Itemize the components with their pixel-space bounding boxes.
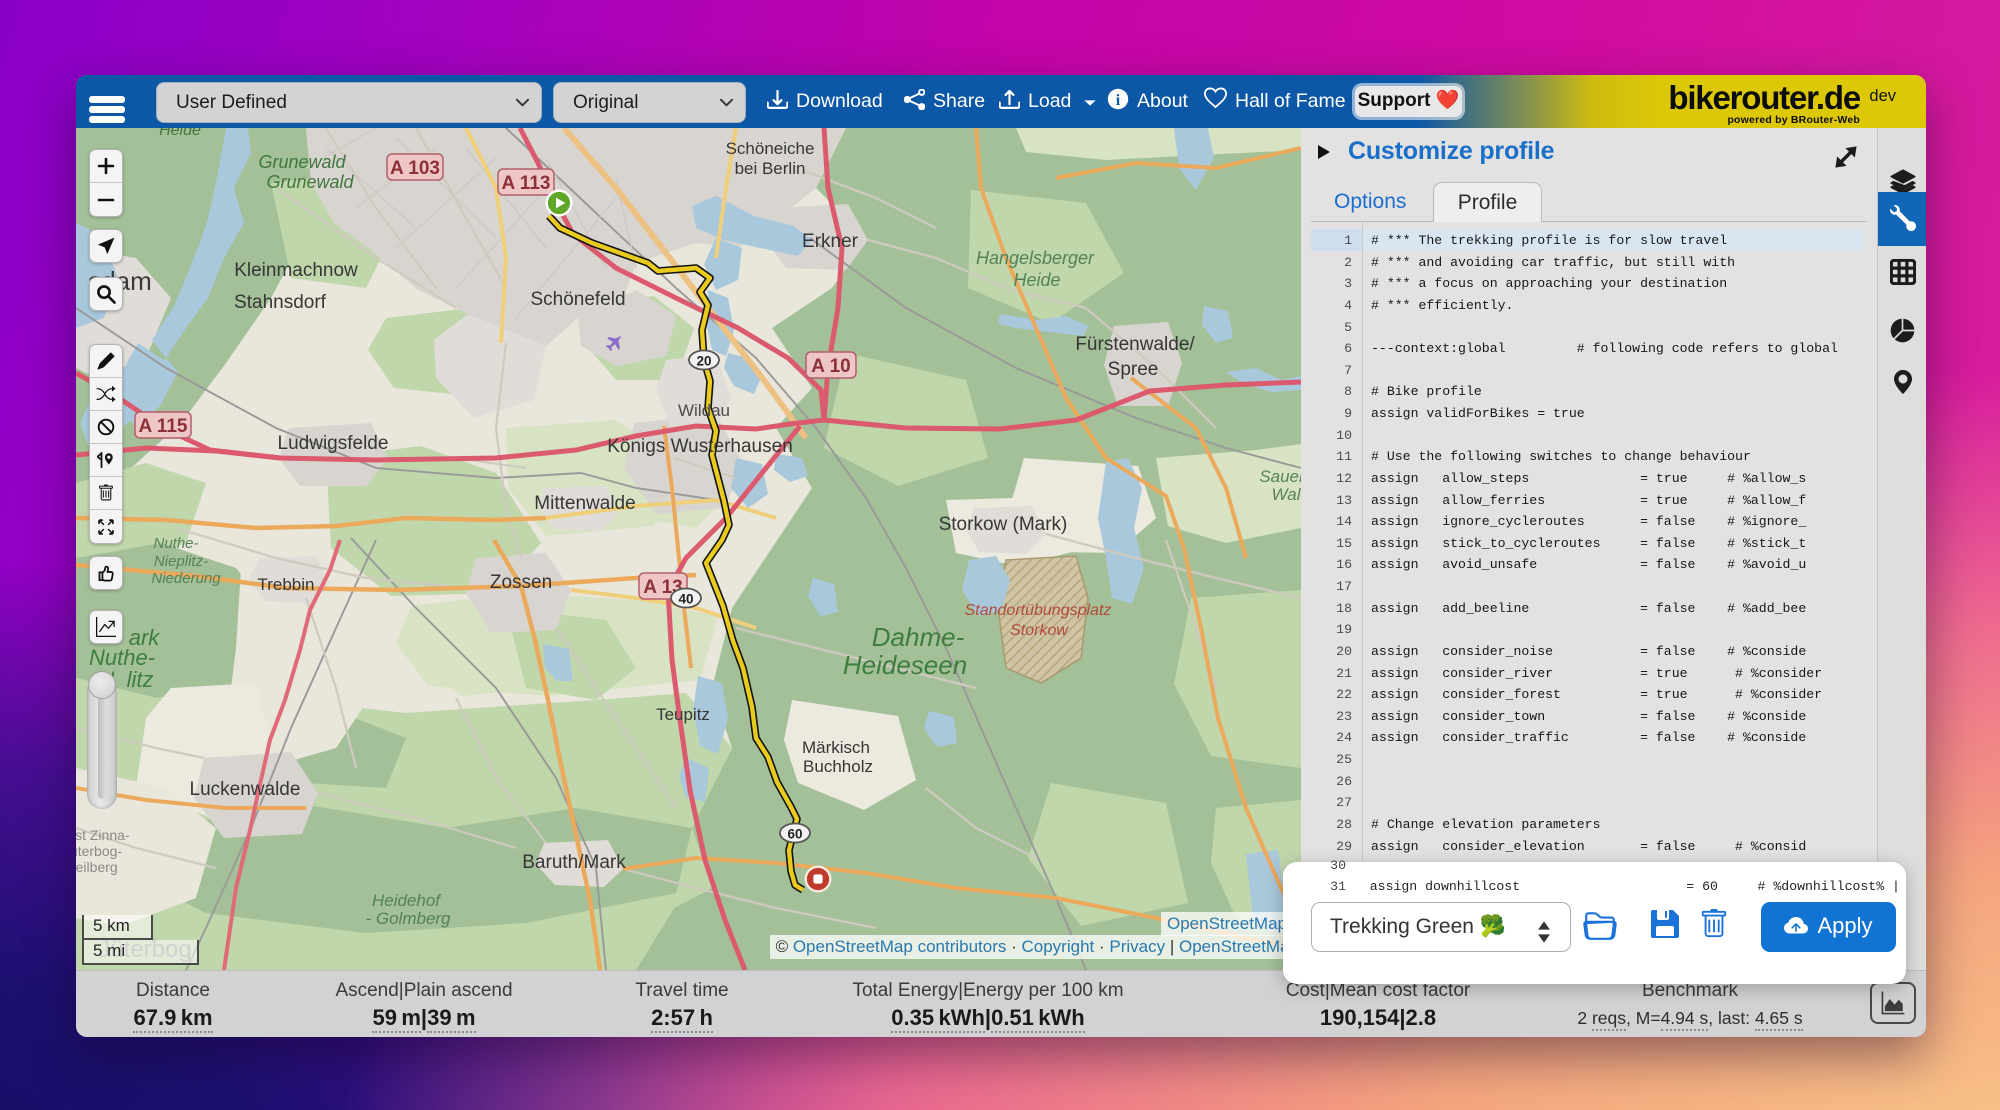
svg-text:Heide: Heide <box>1013 270 1060 290</box>
svg-text:Baruth/Mark: Baruth/Mark <box>522 852 626 873</box>
svg-text:60: 60 <box>787 827 802 842</box>
svg-text:Ludwigsfelde: Ludwigsfelde <box>278 433 389 454</box>
svg-text:Grunewald: Grunewald <box>258 152 346 172</box>
svg-text:Schöneiche: Schöneiche <box>726 139 815 158</box>
svg-text:20: 20 <box>696 354 711 369</box>
svg-text:bei Berlin: bei Berlin <box>735 159 806 178</box>
svg-text:Hangelsberger: Hangelsberger <box>976 248 1095 268</box>
svg-text:A 10: A 10 <box>811 356 850 377</box>
svg-text:A 103: A 103 <box>390 158 440 179</box>
svg-text:i: i <box>1116 92 1121 109</box>
svg-text:Heideseen: Heideseen <box>843 650 967 680</box>
svg-text:Buchholz: Buchholz <box>803 757 873 776</box>
svg-text:Schönefeld: Schönefeld <box>530 289 625 310</box>
svg-text:Erkner: Erkner <box>802 231 859 252</box>
svg-text:Stahnsdorf: Stahnsdorf <box>234 292 327 313</box>
svg-text:Heide: Heide <box>159 128 201 139</box>
svg-text:40: 40 <box>678 592 693 607</box>
svg-text:- Golmberg: - Golmberg <box>365 909 451 928</box>
svg-text:Nieplitz-: Nieplitz- <box>154 553 208 570</box>
svg-text:Luckenwalde: Luckenwalde <box>190 779 301 800</box>
svg-text:Zossen: Zossen <box>490 572 552 593</box>
svg-text:Wildau: Wildau <box>678 401 730 420</box>
svg-text:Nuthe-: Nuthe- <box>153 535 198 552</box>
svg-text:Wal: Wal <box>1272 485 1301 504</box>
svg-text:Spree: Spree <box>1108 359 1159 380</box>
svg-text:Fürstenwalde/: Fürstenwalde/ <box>1075 334 1195 355</box>
svg-text:Storkow (Mark): Storkow (Mark) <box>939 514 1068 535</box>
svg-text:A 113: A 113 <box>502 173 551 194</box>
svg-text:Teupitz: Teupitz <box>656 705 710 724</box>
svg-text:Heidehof: Heidehof <box>372 891 442 910</box>
svg-text:Niederung: Niederung <box>151 570 221 587</box>
svg-text:Königs Wusterhausen: Königs Wusterhausen <box>607 436 793 457</box>
svg-text:Kleinmachnow: Kleinmachnow <box>234 260 358 281</box>
svg-text:Dahme-: Dahme- <box>872 622 965 652</box>
svg-text:Standortübungsplatz: Standortübungsplatz <box>965 602 1112 619</box>
svg-text:Keilberg: Keilberg <box>76 859 118 875</box>
svg-text:rst Zinna-: rst Zinna- <box>76 827 130 843</box>
svg-text:Märkisch: Märkisch <box>802 738 870 757</box>
svg-text:Sauer: Sauer <box>1259 467 1301 486</box>
svg-text:üterbog-: üterbog- <box>76 843 122 859</box>
svg-text:A 115: A 115 <box>139 416 188 437</box>
svg-text:Trebbin: Trebbin <box>257 575 314 594</box>
svg-text:Storkow: Storkow <box>1010 622 1069 639</box>
svg-text:Grunewald: Grunewald <box>266 172 354 192</box>
svg-text:Mittenwalde: Mittenwalde <box>534 493 635 514</box>
